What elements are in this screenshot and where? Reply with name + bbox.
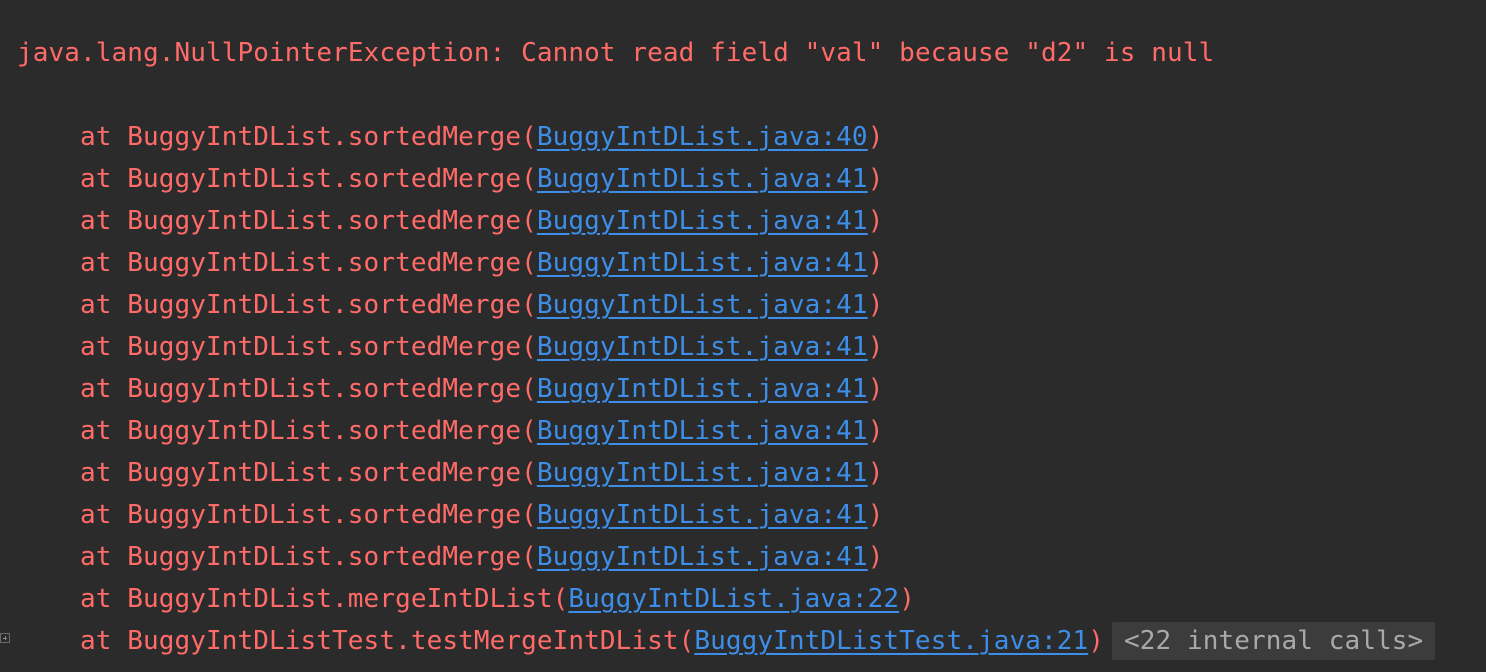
stack-frame: at BuggyIntDList.sortedMerge(BuggyIntDLi… bbox=[80, 284, 883, 326]
stack-frame: at BuggyIntDList.sortedMerge(BuggyIntDLi… bbox=[80, 158, 883, 200]
frame-method: at BuggyIntDListTest.testMergeIntDList( bbox=[80, 626, 695, 656]
expand-fold-icon[interactable] bbox=[0, 633, 10, 643]
stack-frame: at BuggyIntDList.sortedMerge(BuggyIntDLi… bbox=[80, 200, 883, 242]
frame-close-paren: ) bbox=[867, 248, 884, 278]
frame-close-paren: ) bbox=[867, 290, 884, 320]
frame-close-paren: ) bbox=[867, 416, 884, 446]
source-link[interactable]: BuggyIntDList.java:41 bbox=[537, 164, 868, 194]
frame-close-paren: ) bbox=[1088, 626, 1104, 656]
stack-frame: at BuggyIntDList.sortedMerge(BuggyIntDLi… bbox=[80, 116, 883, 158]
source-link[interactable]: BuggyIntDList.java:41 bbox=[537, 248, 868, 278]
frame-method: at BuggyIntDList.sortedMerge( bbox=[80, 290, 537, 320]
console-output: java.lang.NullPointerException: Cannot r… bbox=[0, 0, 1486, 672]
frame-close-paren: ) bbox=[867, 458, 884, 488]
stack-frame: at BuggyIntDList.sortedMerge(BuggyIntDLi… bbox=[80, 494, 883, 536]
frame-close-paren: ) bbox=[867, 542, 884, 572]
frame-method: at BuggyIntDList.sortedMerge( bbox=[80, 122, 537, 152]
frame-method: at BuggyIntDList.sortedMerge( bbox=[80, 542, 537, 572]
frame-method: at BuggyIntDList.sortedMerge( bbox=[80, 164, 537, 194]
source-link[interactable]: BuggyIntDList.java:41 bbox=[537, 206, 868, 236]
stack-frame: at BuggyIntDList.sortedMerge(BuggyIntDLi… bbox=[80, 410, 883, 452]
source-link[interactable]: BuggyIntDList.java:40 bbox=[537, 122, 868, 152]
stack-frame: at BuggyIntDList.sortedMerge(BuggyIntDLi… bbox=[80, 326, 883, 368]
frame-method: at BuggyIntDList.sortedMerge( bbox=[80, 500, 537, 530]
frame-method: at BuggyIntDList.sortedMerge( bbox=[80, 248, 537, 278]
stack-frame: at BuggyIntDList.mergeIntDList(BuggyIntD… bbox=[80, 578, 915, 620]
stack-frame: at BuggyIntDList.sortedMerge(BuggyIntDLi… bbox=[80, 536, 883, 578]
source-link[interactable]: BuggyIntDList.java:41 bbox=[537, 290, 868, 320]
frame-method: at BuggyIntDList.mergeIntDList( bbox=[80, 584, 569, 614]
frame-method: at BuggyIntDList.sortedMerge( bbox=[80, 458, 537, 488]
source-link[interactable]: BuggyIntDList.java:41 bbox=[537, 542, 868, 572]
stack-frame: at BuggyIntDListTest.testMergeIntDList(B… bbox=[80, 620, 1436, 662]
internal-calls-fold[interactable]: <22 internal calls> bbox=[1112, 622, 1436, 660]
frame-close-paren: ) bbox=[867, 332, 884, 362]
source-link[interactable]: BuggyIntDList.java:41 bbox=[537, 374, 868, 404]
frame-close-paren: ) bbox=[867, 164, 884, 194]
frame-method: at BuggyIntDList.sortedMerge( bbox=[80, 206, 537, 236]
source-link[interactable]: BuggyIntDList.java:41 bbox=[537, 458, 868, 488]
frame-method: at BuggyIntDList.sortedMerge( bbox=[80, 374, 537, 404]
exception-message: java.lang.NullPointerException: Cannot r… bbox=[17, 38, 1215, 68]
source-link[interactable]: BuggyIntDList.java:41 bbox=[537, 332, 868, 362]
stack-frame: at BuggyIntDList.sortedMerge(BuggyIntDLi… bbox=[80, 368, 883, 410]
frame-close-paren: ) bbox=[899, 584, 915, 614]
stack-frame: at BuggyIntDList.sortedMerge(BuggyIntDLi… bbox=[80, 242, 883, 284]
frame-method: at BuggyIntDList.sortedMerge( bbox=[80, 332, 537, 362]
source-link[interactable]: BuggyIntDList.java:41 bbox=[537, 500, 868, 530]
frame-close-paren: ) bbox=[867, 206, 884, 236]
stack-frame: at BuggyIntDList.sortedMerge(BuggyIntDLi… bbox=[80, 452, 883, 494]
frame-close-paren: ) bbox=[867, 122, 884, 152]
frame-method: at BuggyIntDList.sortedMerge( bbox=[80, 416, 537, 446]
frame-close-paren: ) bbox=[867, 500, 884, 530]
frame-close-paren: ) bbox=[867, 374, 884, 404]
source-link[interactable]: BuggyIntDList.java:22 bbox=[568, 584, 899, 614]
source-link[interactable]: BuggyIntDListTest.java:21 bbox=[694, 626, 1088, 656]
source-link[interactable]: BuggyIntDList.java:41 bbox=[537, 416, 868, 446]
